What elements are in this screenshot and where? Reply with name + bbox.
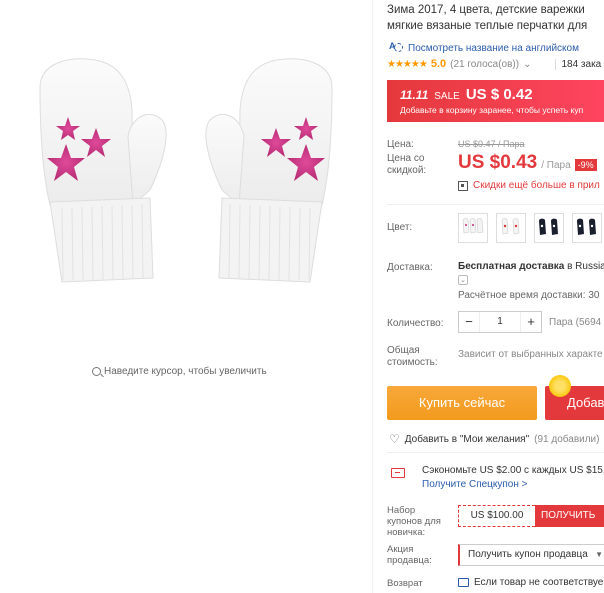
discount-price-label: Цена со скидкой: xyxy=(387,153,427,176)
sale-event-badge: 11.11 xyxy=(400,88,429,102)
sale-price: US $ 0.42 xyxy=(465,86,533,103)
wishlist-row[interactable]: ♡ Добавить в "Мои желания" (91 добавили) xyxy=(389,432,599,446)
quantity-decrease-button[interactable]: − xyxy=(459,312,479,332)
seller-label-line: продавца: xyxy=(387,555,432,566)
color-swatch-black-2[interactable] xyxy=(572,213,602,243)
sale-banner: 11.11 SALE US $ 0.42 Добавьте в корзину … xyxy=(387,80,604,122)
coupon-text: Сэкономьте US $2.00 с каждых US $15. xyxy=(422,465,604,476)
total-value: Зависит от выбранных характе xyxy=(458,349,603,360)
new-user-label-line: новичка: xyxy=(387,527,426,538)
get-coupon-button[interactable]: ПОЛУЧИТЬ xyxy=(535,505,604,527)
zoom-hint-text: Наведите курсор, чтобы увеличить xyxy=(104,366,267,377)
qr-code-icon xyxy=(458,180,468,191)
color-label: Цвет: xyxy=(387,222,413,233)
app-discount-link[interactable]: Скидки ещё больше в прил xyxy=(458,180,600,191)
sparkle-icon xyxy=(549,375,571,397)
return-policy-icon xyxy=(458,578,469,587)
seller-coupon-select-text[interactable]: Получить купон продавца xyxy=(468,549,588,560)
quantity-available: Пара (5694 П xyxy=(549,317,604,328)
product-title: Зима 2017, 4 цвета, детские варежки мягк… xyxy=(387,2,604,34)
wishlist-count: (91 добавили) xyxy=(534,433,600,445)
new-user-coupon: US $100.00 ПОЛУЧИТЬ xyxy=(458,505,604,527)
shipping-time: Расчётное время доставки: 30 xyxy=(458,290,600,301)
divider xyxy=(387,452,604,453)
rating-row: ★★★★★ 5.0 (21 голоса(ов)) ⌄ 184 зака xyxy=(387,58,604,70)
product-title-line: Зима 2017, 4 цвета, детские варежки xyxy=(387,4,585,16)
chevron-down-icon[interactable]: ⌄ xyxy=(458,275,468,285)
color-swatch-white-red[interactable] xyxy=(496,213,526,243)
app-discount-text[interactable]: Скидки ещё больше в прил xyxy=(473,180,600,191)
divider xyxy=(387,204,604,205)
new-user-label-line: Набор xyxy=(387,505,416,516)
right-mitten xyxy=(205,58,333,283)
price-unit: / Пара xyxy=(541,160,571,171)
color-swatches xyxy=(458,213,602,243)
chevron-down-icon[interactable]: ⌄ xyxy=(523,59,531,70)
zoom-hint: Наведите курсор, чтобы увеличить xyxy=(92,366,267,377)
seller-label-line: Акция xyxy=(387,544,414,555)
product-title-line: мягкие вязаные теплые перчатки для xyxy=(387,20,588,32)
votes-link[interactable]: (21 голоса(ов)) xyxy=(450,59,519,70)
color-swatch-black-1[interactable] xyxy=(534,213,564,243)
total-label: Общая стоимость: xyxy=(387,345,438,369)
current-price: US $0.43 xyxy=(458,152,538,173)
rating-stars-icon: ★★★★★ xyxy=(387,58,428,70)
buy-now-button[interactable]: Купить сейчас xyxy=(387,386,537,420)
coupon-icon xyxy=(391,468,405,478)
return-label: Возврат xyxy=(387,578,423,589)
shipping-free: Бесплатная доставка xyxy=(458,261,565,272)
new-user-label-line: купонов для xyxy=(387,516,441,527)
quantity-increase-button[interactable]: + xyxy=(521,312,541,332)
shipping-destination: в Russia xyxy=(564,261,604,272)
new-user-coupon-value: US $100.00 xyxy=(458,505,535,527)
orders-count: 184 зака xyxy=(555,58,601,70)
return-policy: Если товар не соответствуе xyxy=(458,577,603,588)
price-label: Цена: xyxy=(387,139,414,150)
magnifier-icon xyxy=(92,367,101,376)
new-user-coupon-label: Набор купонов для новичка: xyxy=(387,505,441,538)
coupon-promo: Сэкономьте US $2.00 с каждых US $15. Пол… xyxy=(387,460,604,498)
left-mitten xyxy=(39,58,167,283)
translate-icon xyxy=(389,41,403,54)
return-policy-text: Если товар не соответствуе xyxy=(474,577,604,588)
translate-link-text[interactable]: Посмотреть название на английском xyxy=(408,43,579,54)
discount-badge: -9% xyxy=(574,159,597,171)
shipping-label: Доставка: xyxy=(387,262,433,273)
special-coupon-link[interactable]: Получите Спецкупон > xyxy=(422,479,528,490)
product-gallery[interactable]: Наведите курсор, чтобы увеличить xyxy=(0,0,372,593)
heart-icon[interactable]: ♡ xyxy=(389,432,400,446)
sale-note: Добавьте в корзину заранее, чтобы успеть… xyxy=(400,105,584,115)
quantity-label: Количество: xyxy=(387,318,444,329)
product-info: Зима 2017, 4 цвета, детские варежки мягк… xyxy=(372,0,604,593)
wishlist-link[interactable]: Добавить в "Мои желания" xyxy=(405,434,529,445)
total-label-line: стоимость: xyxy=(387,357,438,368)
old-price: US $0.47 / Пара xyxy=(458,139,525,149)
seller-coupon-select[interactable]: Получить купон продавца ▼ xyxy=(458,544,604,566)
total-label-line: Общая xyxy=(387,345,420,356)
quantity-stepper[interactable]: − 1 + xyxy=(458,311,542,333)
quantity-input[interactable]: 1 xyxy=(479,312,521,332)
current-price-row: US $0.43 / Пара -9% xyxy=(458,152,597,174)
translate-link[interactable]: Посмотреть название на английском xyxy=(389,41,579,54)
sale-word: SALE xyxy=(434,91,460,102)
rating-value: 5.0 xyxy=(430,58,447,70)
dropdown-caret-icon[interactable]: ▼ xyxy=(595,545,603,565)
seller-promo-label: Акция продавца: xyxy=(387,544,432,566)
color-swatch-white-pink[interactable] xyxy=(458,213,488,243)
shipping-value: Бесплатная доставка в Russia xyxy=(458,261,604,272)
product-image[interactable] xyxy=(0,40,372,300)
